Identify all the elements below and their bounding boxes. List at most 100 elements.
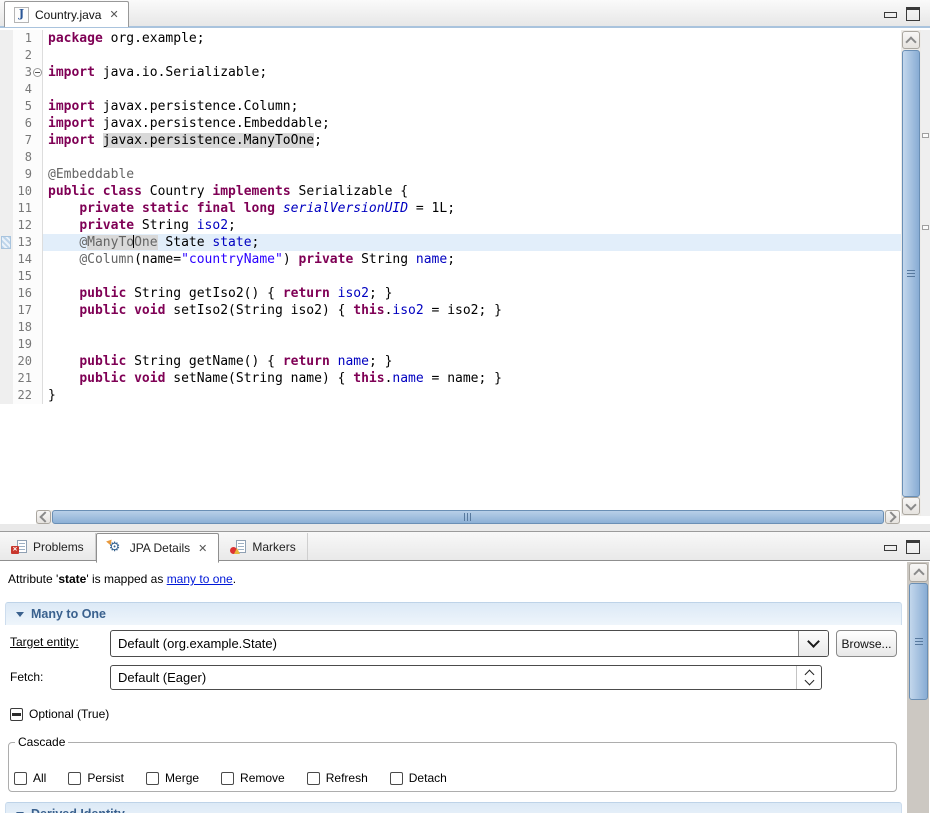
fold-gutter [35, 353, 42, 370]
editor-hscroll-thumb[interactable] [52, 510, 884, 524]
editor-tab-country-java[interactable]: J Country.java ✕ [4, 1, 129, 27]
editor-window-buttons [884, 7, 920, 21]
fold-gutter [35, 64, 42, 81]
code-line[interactable]: 6import javax.persistence.Embeddable; [0, 115, 901, 132]
occurrence-marker[interactable] [922, 133, 929, 138]
cascade-option-remove[interactable]: Remove [221, 771, 285, 785]
line-number: 14 [13, 251, 35, 268]
checkbox[interactable] [390, 772, 403, 785]
line-number: 20 [13, 353, 35, 370]
mapping-type-link[interactable]: many to one [167, 572, 233, 586]
cascade-option-refresh[interactable]: Refresh [307, 771, 368, 785]
editor-vscroll-thumb[interactable] [902, 50, 920, 497]
checkbox[interactable] [307, 772, 320, 785]
line-number: 18 [13, 319, 35, 336]
maximize-icon[interactable] [906, 7, 920, 21]
tab-markers[interactable]: Markers [219, 533, 307, 560]
fetch-combo[interactable]: Default (Eager) [110, 665, 822, 690]
marker-gutter [0, 81, 13, 98]
occurrence-marker[interactable] [922, 225, 929, 230]
fetch-value: Default (Eager) [118, 666, 206, 689]
editor-horizontal-scrollbar[interactable] [36, 510, 900, 524]
code-line[interactable]: 1package org.example; [0, 30, 901, 47]
fold-gutter [35, 166, 42, 183]
target-entity-link[interactable]: Target entity: [10, 635, 79, 649]
dropdown-arrow-icon[interactable] [798, 631, 828, 656]
scroll-up-button[interactable] [902, 31, 920, 49]
optional-checkbox[interactable] [10, 708, 23, 721]
line-number: 7 [13, 132, 35, 149]
close-icon[interactable]: ✕ [198, 542, 207, 555]
code-line[interactable]: 13 @ManyToOne State state; [0, 234, 901, 251]
fold-gutter [35, 234, 42, 251]
spinner-arrows-icon[interactable] [796, 666, 821, 689]
code-line[interactable]: 19 [0, 336, 901, 353]
close-icon[interactable]: ✕ [109, 8, 118, 21]
browse-button[interactable]: Browse... [836, 630, 897, 657]
code-line[interactable]: 8 [0, 149, 901, 166]
section-many-to-one[interactable]: Many to One [5, 602, 902, 625]
code-line[interactable]: 3import java.io.Serializable; [0, 64, 901, 81]
code-line[interactable]: 12 private String iso2; [0, 217, 901, 234]
pane-sash[interactable] [0, 524, 930, 532]
line-number: 22 [13, 387, 35, 404]
code-line[interactable]: 20 public String getName() { return name… [0, 353, 901, 370]
checkbox-label: Remove [240, 771, 285, 785]
java-file-icon: J [14, 7, 29, 23]
cascade-option-persist[interactable]: Persist [68, 771, 124, 785]
cascade-option-merge[interactable]: Merge [146, 771, 199, 785]
code-lines: 1package org.example;23import java.io.Se… [0, 30, 901, 404]
editor-vertical-scrollbar[interactable] [901, 30, 921, 516]
checkbox[interactable] [146, 772, 159, 785]
cascade-option-all[interactable]: All [14, 771, 46, 785]
section-derived-identity[interactable]: Derived Identity [5, 802, 902, 813]
eclipse-window: J Country.java ✕ 1package org.example;23… [0, 0, 930, 813]
marker-gutter [0, 132, 13, 149]
scroll-left-button[interactable] [36, 510, 51, 524]
fold-gutter [35, 81, 42, 98]
code-line[interactable]: 17 public void setIso2(String iso2) { th… [0, 302, 901, 319]
details-vertical-scrollbar[interactable] [907, 562, 929, 813]
minimize-icon[interactable] [884, 12, 897, 18]
marker-gutter [0, 115, 13, 132]
fold-gutter [35, 30, 42, 47]
code-line[interactable]: 21 public void setName(String name) { th… [0, 370, 901, 387]
tab-label: JPA Details [130, 541, 190, 555]
scroll-down-button[interactable] [902, 497, 920, 515]
fold-gutter [35, 302, 42, 319]
scroll-right-button[interactable] [885, 510, 900, 524]
details-vscroll-thumb[interactable] [909, 583, 928, 700]
code-line[interactable]: 2 [0, 47, 901, 64]
line-number: 10 [13, 183, 35, 200]
marker-gutter [0, 336, 13, 353]
code-line[interactable]: 7import javax.persistence.ManyToOne; [0, 132, 901, 149]
checkbox[interactable] [68, 772, 81, 785]
code-line[interactable]: 11 private static final long serialVersi… [0, 200, 901, 217]
tab-problems[interactable]: ✕Problems [0, 533, 96, 560]
code-line[interactable]: 5import javax.persistence.Column; [0, 98, 901, 115]
code-line[interactable]: 4 [0, 81, 901, 98]
checkbox[interactable] [14, 772, 27, 785]
checkbox[interactable] [221, 772, 234, 785]
problems-icon: ✕ [11, 540, 27, 554]
fold-collapse-icon[interactable] [33, 68, 42, 77]
code-line[interactable]: 9@Embeddable [0, 166, 901, 183]
code-line[interactable]: 10public class Country implements Serial… [0, 183, 901, 200]
cascade-option-detach[interactable]: Detach [390, 771, 447, 785]
code-line[interactable]: 16 public String getIso2() { return iso2… [0, 285, 901, 302]
code-line[interactable]: 18 [0, 319, 901, 336]
jpa-details-icon: ⚙ [108, 541, 124, 555]
minimize-icon[interactable] [884, 545, 897, 551]
code-line[interactable]: 15 [0, 268, 901, 285]
code-line[interactable]: 14 @Column(name="countryName") private S… [0, 251, 901, 268]
maximize-icon[interactable] [906, 540, 920, 554]
fold-gutter [35, 251, 42, 268]
code-line[interactable]: 22} [0, 387, 901, 404]
fold-gutter [35, 387, 42, 404]
fold-gutter [35, 336, 42, 353]
tab-jpa-details[interactable]: ⚙ JPA Details ✕ [96, 533, 220, 563]
code-editor[interactable]: 1package org.example;23import java.io.Se… [0, 28, 901, 510]
scroll-up-button[interactable] [909, 563, 928, 582]
line-number: 9 [13, 166, 35, 183]
target-entity-combo[interactable]: Default (org.example.State) [110, 630, 829, 657]
